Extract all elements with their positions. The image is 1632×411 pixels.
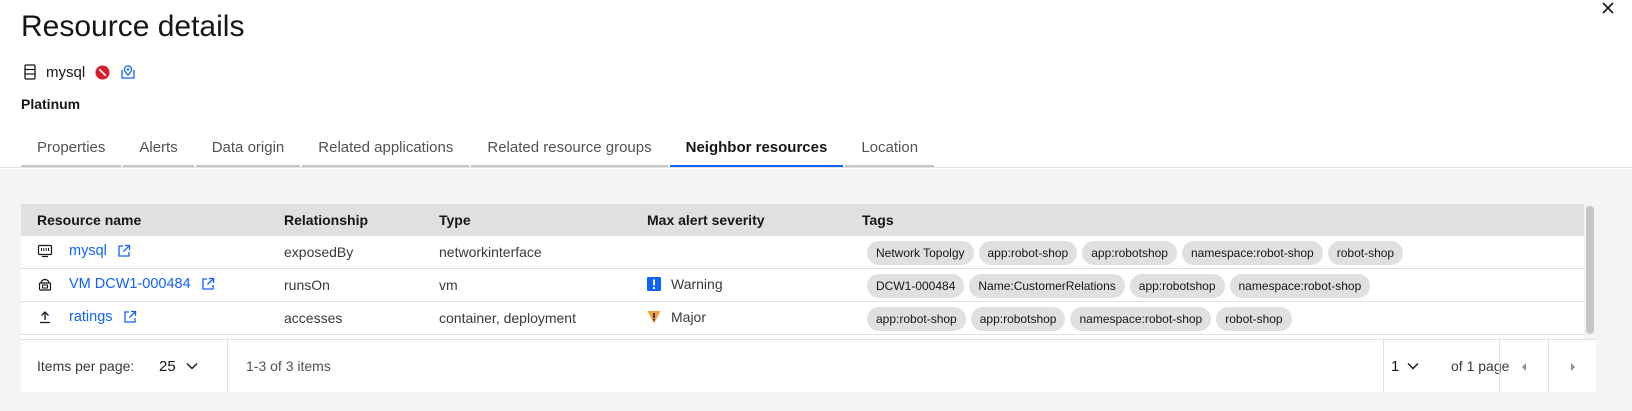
tag: robot-shop [1216,307,1292,331]
tag: namespace:robot-shop [1181,241,1323,265]
caret-right-icon [1571,362,1575,371]
upload-icon [40,311,50,324]
resource-name-cell: ratings [37,309,137,325]
chevron-down-icon [1407,363,1419,370]
neighbor-resources-table: Resource name Relationship Type Max aler… [21,204,1597,393]
relationship-cell: exposedBy [284,244,354,260]
scrollbar-thumb[interactable] [1586,206,1594,334]
database-icon [24,64,36,80]
tag: Network Topolgy [867,241,974,265]
tags-cell: Network Topolgy app:robot-shop app:robot… [867,241,1408,265]
column-header-relationship[interactable]: Relationship [284,212,368,228]
resource-tier: Platinum [21,96,81,112]
tag: app:robotshop [1129,274,1225,298]
external-link-icon[interactable] [201,277,215,291]
blocked-status-icon [95,64,110,80]
tab-content-area: Resource name Relationship Type Max aler… [0,169,1632,411]
resource-details-header: Resource details mysql Platinum Properti… [0,0,1632,168]
tag: app:robot-shop [867,307,966,331]
tab-properties[interactable]: Properties [21,131,122,167]
items-per-page-select[interactable]: 25 [151,350,225,382]
type-cell: vm [439,277,458,293]
table-row: mysql exposedBy networkinterface Network… [21,236,1596,269]
table-row: ratings accesses container, deployment M… [21,302,1596,335]
severity-cell: Major [647,309,706,325]
tab-related-applications[interactable]: Related applications [302,131,470,167]
tag: app:robotshop [970,307,1066,331]
resource-name-cell: VM DCW1-000484 [37,276,215,292]
next-page-button[interactable] [1549,340,1597,393]
tab-neighbor-resources[interactable]: Neighbor resources [669,131,844,167]
tag: namespace:robot-shop [1070,307,1212,331]
tab-location[interactable]: Location [845,131,935,167]
network-interface-icon [37,244,53,258]
external-link-icon[interactable] [123,310,137,324]
resource-link[interactable]: ratings [69,309,113,325]
pagination-bar: Items per page: 25 1-3 of 3 items 1 of 1… [21,339,1597,393]
column-header-type[interactable]: Type [439,212,471,228]
tag: app:robot-shop [978,241,1078,265]
severity-label: Warning [671,276,723,292]
resource-link[interactable]: VM DCW1-000484 [69,276,191,292]
page-title: Resource details [21,10,245,43]
table-scrollbar[interactable] [1584,204,1596,339]
tab-data-origin[interactable]: Data origin [195,131,301,167]
severity-label: Major [671,309,707,325]
close-button[interactable] [1598,0,1620,22]
tags-cell: app:robot-shop app:robotshop namespace:r… [867,307,1297,331]
tags-cell: DCW1-000484 Name:CustomerRelations app:r… [867,274,1375,298]
close-icon [1602,2,1614,14]
item-range-text: 1-3 of 3 items [246,358,331,374]
tag: robot-shop [1327,241,1404,265]
table-row: VM DCW1-000484 runsOn vm Warning DCW1-00… [21,269,1596,302]
tab-alerts[interactable]: Alerts [123,131,194,167]
caret-left-icon [1522,362,1526,371]
relationship-cell: runsOn [284,277,330,293]
major-severity-icon [647,311,661,324]
page-number-value: 1 [1391,357,1400,375]
divider [227,340,228,393]
tag: Name:CustomerRelations [969,274,1125,298]
detail-tabs: Properties Alerts Data origin Related ap… [21,131,936,167]
locate-in-topology-icon[interactable] [120,64,136,80]
column-header-resource-name[interactable]: Resource name [37,212,141,228]
tab-related-resource-groups[interactable]: Related resource groups [471,131,668,167]
resource-link[interactable]: mysql [69,243,107,259]
resource-name-cell: mysql [37,243,131,259]
resource-summary: mysql [24,62,136,82]
resource-name: mysql [46,63,86,81]
chevron-down-icon [186,363,198,370]
column-header-tags[interactable]: Tags [862,212,894,228]
items-per-page-value: 25 [159,357,176,375]
items-per-page-label: Items per page: [37,358,135,374]
page-number-select[interactable]: 1 [1383,350,1419,382]
warning-severity-icon [647,277,661,291]
type-cell: networkinterface [439,244,542,260]
tag: namespace:robot-shop [1229,274,1371,298]
table-header: Resource name Relationship Type Max aler… [21,204,1596,236]
column-header-max-alert-severity[interactable]: Max alert severity [647,212,765,228]
tag: app:robotshop [1082,241,1177,265]
previous-page-button[interactable] [1500,340,1548,393]
relationship-cell: accesses [284,310,343,326]
virtual-machine-icon [38,278,52,291]
external-link-icon[interactable] [117,244,131,258]
type-cell: container, deployment [439,310,576,326]
severity-cell: Warning [647,276,723,292]
tag: DCW1-000484 [867,274,965,298]
